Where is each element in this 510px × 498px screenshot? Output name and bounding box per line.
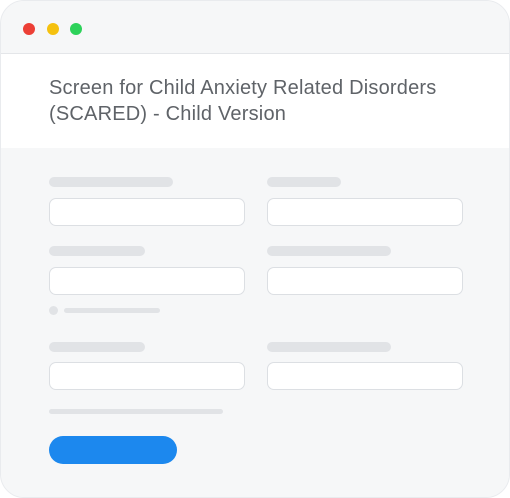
text-input-field[interactable] <box>49 267 245 295</box>
form-body <box>1 148 509 497</box>
window-titlebar <box>1 1 509 54</box>
field-label-placeholder <box>49 342 145 352</box>
close-window-button[interactable] <box>23 23 35 35</box>
text-input-field[interactable] <box>267 362 463 390</box>
radio-option[interactable] <box>49 306 58 315</box>
text-input-field[interactable] <box>267 198 463 226</box>
text-input-field[interactable] <box>267 267 463 295</box>
option-label-placeholder <box>64 308 160 313</box>
field-label-placeholder <box>49 246 145 256</box>
field-label-placeholder <box>267 177 341 187</box>
helper-text-placeholder <box>49 409 223 414</box>
field-label-placeholder <box>267 342 391 352</box>
text-input-field[interactable] <box>49 362 245 390</box>
form-header: Screen for Child Anxiety Related Disorde… <box>1 54 509 148</box>
submit-button[interactable] <box>49 436 177 464</box>
field-label-placeholder <box>49 177 173 187</box>
minimize-window-button[interactable] <box>47 23 59 35</box>
field-label-placeholder <box>267 246 391 256</box>
maximize-window-button[interactable] <box>70 23 82 35</box>
form-title: Screen for Child Anxiety Related Disorde… <box>49 77 437 125</box>
text-input-field[interactable] <box>49 198 245 226</box>
browser-window: Screen for Child Anxiety Related Disorde… <box>0 0 510 498</box>
